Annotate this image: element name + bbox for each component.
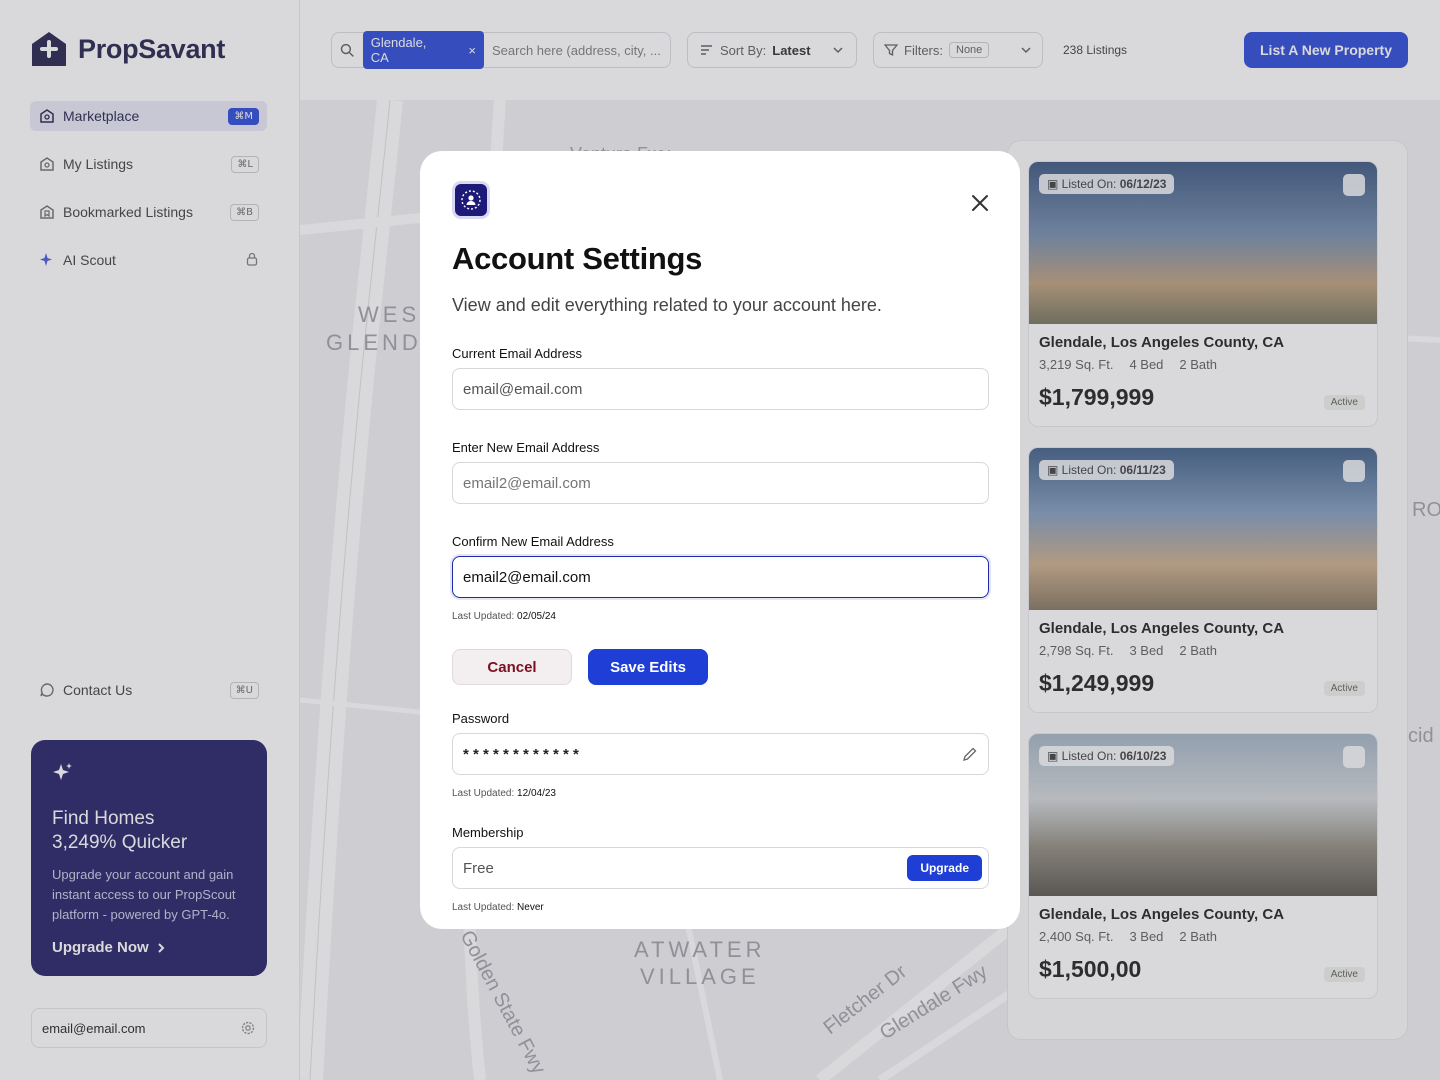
- pencil-icon[interactable]: [962, 746, 978, 762]
- current-email-field[interactable]: [452, 368, 989, 410]
- save-edits-button[interactable]: Save Edits: [588, 649, 708, 685]
- last-updated-label: Last Updated:: [452, 788, 515, 799]
- upgrade-button[interactable]: Upgrade: [907, 855, 982, 881]
- close-icon[interactable]: [970, 193, 990, 213]
- account-settings-modal: Account Settings View and edit everythin…: [420, 151, 1020, 929]
- membership-last-updated: Last Updated: Never: [452, 902, 988, 913]
- email-last-updated: Last Updated: 02/05/24: [452, 611, 988, 622]
- password-last-updated: Last Updated: 12/04/23: [452, 788, 988, 799]
- last-updated-label: Last Updated:: [452, 902, 515, 913]
- new-email-field[interactable]: [452, 462, 989, 504]
- new-email-input[interactable]: [463, 474, 978, 492]
- password-label: Password: [452, 711, 510, 726]
- modal-title: Account Settings: [452, 241, 703, 276]
- last-updated-label: Last Updated:: [452, 611, 515, 622]
- current-email-input[interactable]: [463, 380, 978, 398]
- confirm-email-label: Confirm New Email Address: [452, 534, 614, 549]
- modal-actions: Cancel Save Edits: [452, 649, 988, 685]
- modal-subtitle: View and edit everything related to your…: [452, 295, 882, 315]
- password-field[interactable]: * * * * * * * * * * * *: [452, 733, 989, 775]
- confirm-email-input[interactable]: [463, 568, 978, 586]
- membership-field: Free Upgrade: [452, 847, 989, 889]
- new-email-label: Enter New Email Address: [452, 440, 600, 455]
- membership-label: Membership: [452, 825, 524, 840]
- last-updated-value: 02/05/24: [517, 611, 556, 622]
- confirm-email-field[interactable]: [452, 556, 989, 598]
- password-value: * * * * * * * * * * * *: [463, 745, 579, 763]
- cancel-button[interactable]: Cancel: [452, 649, 572, 685]
- membership-value: Free: [463, 859, 494, 877]
- user-circle-icon: [452, 181, 490, 219]
- last-updated-value: 12/04/23: [517, 788, 556, 799]
- last-updated-value: Never: [517, 902, 544, 913]
- current-email-label: Current Email Address: [452, 346, 583, 361]
